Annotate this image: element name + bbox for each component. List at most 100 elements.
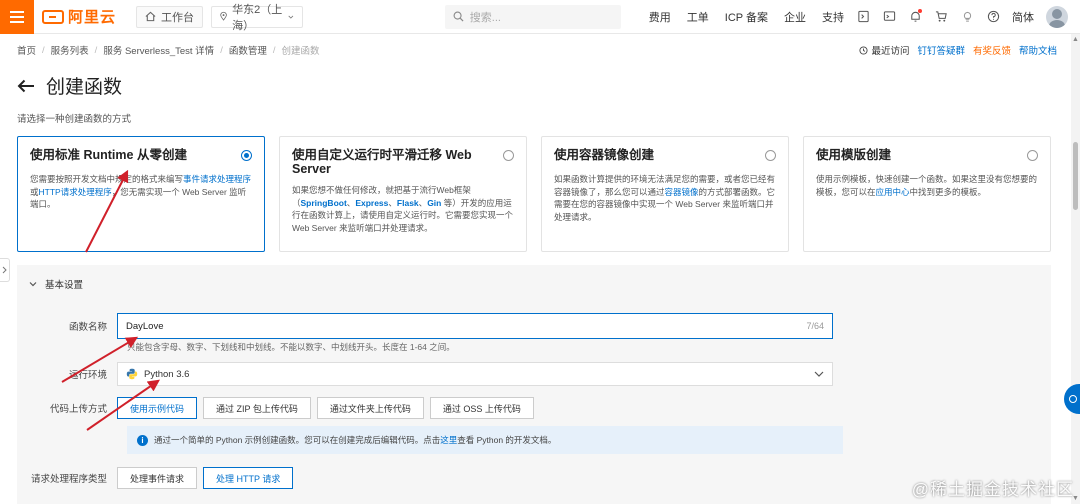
top-link-icp[interactable]: ICP 备案 (717, 9, 776, 25)
clock-icon (859, 45, 868, 55)
function-name-label: 函数名称 (68, 322, 107, 333)
scrollbar-thumb[interactable] (1073, 142, 1078, 210)
hamburger-menu-button[interactable] (0, 0, 34, 34)
breadcrumb-separator: / (220, 44, 223, 56)
info-message: 通过一个简单的 Python 示例创建函数。您可以在创建完成后编辑代码。点击这里… (154, 434, 556, 446)
runtime-value: Python 3.6 (144, 368, 190, 380)
upload-zip-button[interactable]: 通过 ZIP 包上传代码 (203, 397, 311, 419)
function-name-value: DayLove (126, 320, 164, 332)
handler-type-row: 请求处理程序类型 处理事件请求 处理 HTTP 请求 (17, 467, 294, 489)
scroll-up-arrow-icon[interactable]: ▲ (1072, 36, 1079, 43)
breadcrumb-service-detail[interactable]: 服务 Serverless_Test 详情 (103, 43, 214, 57)
chevron-down-icon (288, 15, 294, 19)
top-icon-group (856, 8, 1000, 24)
card-description: 您需要按照开发文档中规定的格式来编写事件请求处理程序或HTTP请求处理程序，您无… (30, 173, 252, 211)
card-description: 使用示例模板，快速创建一个函数。如果这里没有您想要的模板，您可以在应用中心中找到… (816, 173, 1038, 198)
breadcrumb: 首页 / 服务列表 / 服务 Serverless_Test 详情 / 函数管理… (17, 43, 320, 58)
container-image-link[interactable]: 容器镜像 (665, 187, 699, 197)
card-custom-runtime[interactable]: 使用自定义运行时平滑迁移 Web Server 如果您想不做任何修改，就把基于流… (279, 136, 527, 252)
bell-notification-icon[interactable] (908, 8, 922, 24)
card-radio[interactable] (765, 150, 776, 161)
card-container-image[interactable]: 使用容器镜像创建 如果函数计算提供的环境无法满足您的需要，或者您已经有容器镜像了… (541, 136, 789, 252)
dingtalk-group-link[interactable]: 钉钉答疑群 (917, 43, 965, 57)
recent-visits-link[interactable]: 最近访问 (859, 43, 909, 57)
sidebar-expand-tab[interactable] (0, 258, 10, 282)
card-radio-selected[interactable] (241, 150, 252, 161)
page-header: 创建函数 (16, 72, 122, 99)
shopping-cart-icon[interactable] (934, 10, 948, 24)
breadcrumb-bar: 首页 / 服务列表 / 服务 Serverless_Test 详情 / 函数管理… (17, 43, 1057, 58)
user-avatar[interactable] (1046, 5, 1068, 28)
breadcrumb-home[interactable]: 首页 (17, 43, 36, 57)
breadcrumb-separator: / (42, 44, 45, 56)
card-radio[interactable] (1027, 150, 1038, 161)
floating-assistant-button[interactable] (1064, 384, 1080, 414)
info-text: 通过一个简单的 Python 示例创建函数。您可以在创建完成后编辑代码。点击 (154, 435, 441, 445)
breadcrumb-function-management[interactable]: 函数管理 (229, 43, 267, 57)
lightbulb-icon[interactable] (960, 10, 974, 24)
feedback-link[interactable]: 有奖反馈 (973, 43, 1011, 57)
breadcrumb-separator: / (272, 44, 276, 56)
python-docs-link[interactable]: 这里 (440, 435, 457, 445)
card-title: 使用容器镜像创建 (554, 148, 655, 162)
handler-http-button[interactable]: 处理 HTTP 请求 (203, 467, 294, 489)
region-selector[interactable]: 华东2（上海） (211, 4, 304, 32)
breadcrumb-service-list[interactable]: 服务列表 (51, 43, 89, 57)
language-switch[interactable]: 简体 (1012, 9, 1034, 25)
code-terminal-icon[interactable] (856, 10, 870, 24)
search-icon (453, 11, 464, 22)
python-logo-icon (126, 368, 138, 380)
runtime-select[interactable]: Python 3.6 (117, 362, 833, 386)
help-docs-link[interactable]: 帮助文档 (1019, 43, 1057, 57)
card-template[interactable]: 使用模版创建 使用示例模板，快速创建一个函数。如果这里没有您想要的模板，您可以在… (803, 136, 1051, 252)
upload-sample-code-button[interactable]: 使用示例代码 (117, 397, 198, 419)
section-header[interactable]: 基本设置 (17, 265, 1051, 303)
function-name-input[interactable]: DayLove 7/64 (117, 313, 833, 339)
creation-method-cards: 使用标准 Runtime 从零创建 您需要按照开发文档中规定的格式来编写事件请求… (17, 136, 1051, 252)
notification-dot (918, 8, 922, 13)
framework-flask: Flask (396, 197, 419, 208)
top-link-billing[interactable]: 费用 (641, 9, 679, 25)
aliyun-logo[interactable]: 阿里云 (42, 6, 116, 27)
handler-event-button[interactable]: 处理事件请求 (117, 467, 198, 489)
aliyun-logo-icon (42, 9, 64, 24)
event-handler-link[interactable]: 事件请求处理程序 (183, 174, 251, 184)
upload-method-row: 代码上传方式 使用示例代码 通过 ZIP 包上传代码 通过文件夹上传代码 通过 … (17, 397, 534, 419)
card-description: 如果函数计算提供的环境无法满足您的需要，或者您已经有容器镜像了，那么您可以通过容… (554, 173, 776, 223)
watermark: @稀土掘金技术社区 (911, 480, 1074, 499)
framework-express: Express (355, 197, 389, 208)
workbench-button[interactable]: 工作台 (136, 5, 204, 28)
card-title: 使用标准 Runtime 从零创建 (30, 148, 187, 162)
upload-method-options: 使用示例代码 通过 ZIP 包上传代码 通过文件夹上传代码 通过 OSS 上传代… (117, 397, 534, 419)
page-subtitle: 请选择一种创建函数的方式 (17, 114, 132, 125)
search-placeholder: 搜索... (469, 11, 501, 24)
top-link-support[interactable]: 支持 (814, 9, 852, 25)
top-links: 费用 工单 ICP 备案 企业 支持 (641, 9, 852, 25)
upload-method-label: 代码上传方式 (49, 404, 107, 415)
home-icon (145, 11, 156, 22)
page-scrollbar[interactable]: ▲ ▼ (1071, 34, 1080, 504)
chevron-down-icon (29, 282, 37, 287)
upload-folder-button[interactable]: 通过文件夹上传代码 (316, 397, 424, 419)
top-link-enterprise[interactable]: 企业 (776, 9, 814, 25)
console-screen-icon[interactable] (882, 10, 896, 24)
top-link-tickets[interactable]: 工单 (679, 9, 717, 25)
global-search-input[interactable]: 搜索... (444, 4, 621, 29)
page-title: 创建函数 (46, 77, 123, 98)
breadcrumb-current: 创建函数 (281, 46, 320, 57)
upload-oss-button[interactable]: 通过 OSS 上传代码 (429, 397, 534, 419)
info-icon: i (137, 434, 148, 446)
back-arrow-icon[interactable] (16, 76, 36, 96)
help-question-icon[interactable] (986, 10, 1000, 24)
app-center-link[interactable]: 应用中心 (876, 187, 910, 197)
http-handler-link[interactable]: HTTP请求处理程序 (39, 187, 112, 197)
function-name-hint: 只能包含字母、数字、下划线和中划线。不能以数字、中划线开头。长度在 1-64 之… (127, 342, 455, 352)
top-navigation-bar: 阿里云 工作台 华东2（上海） 搜索... 费用 工单 ICP 备案 企业 支持 (0, 0, 1080, 34)
card-standard-runtime[interactable]: 使用标准 Runtime 从零创建 您需要按照开发文档中规定的格式来编写事件请求… (17, 136, 265, 252)
info-text: 查看 Python 的开发文档。 (457, 435, 557, 445)
card-radio[interactable] (503, 150, 514, 161)
location-pin-icon (220, 11, 227, 21)
card-title: 使用自定义运行时平滑迁移 Web Server (292, 148, 472, 176)
region-label: 华东2（上海） (232, 3, 283, 32)
card-desc-text: 或 (30, 186, 39, 197)
